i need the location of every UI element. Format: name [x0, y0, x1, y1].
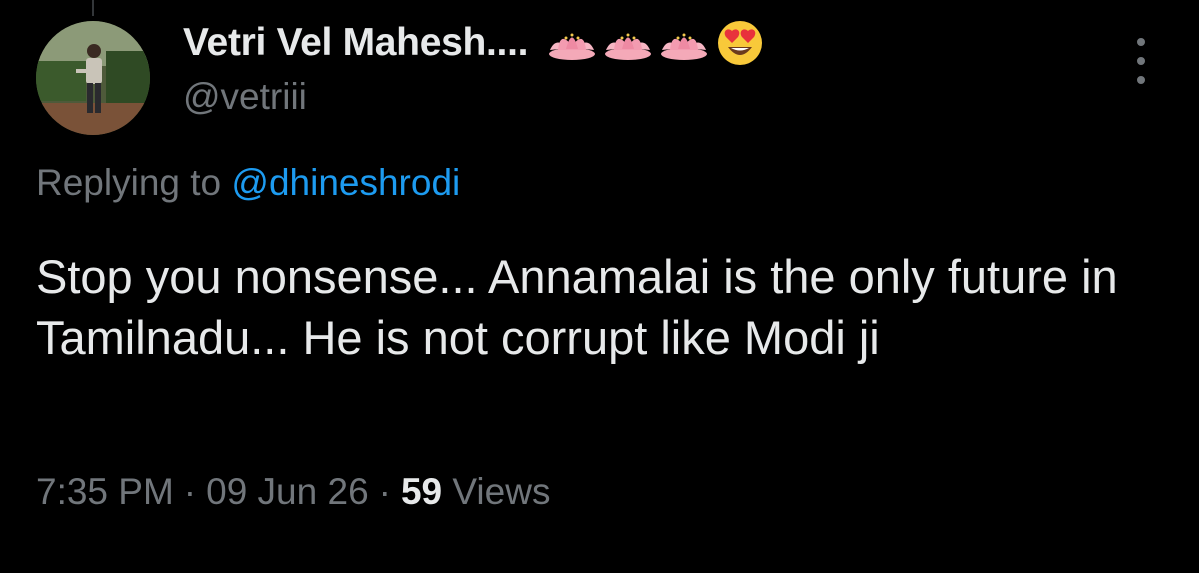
name-emojis [546, 19, 764, 67]
views-label[interactable]: Views [452, 471, 550, 512]
avatar[interactable] [36, 21, 150, 135]
tweet-date[interactable]: 09 Jun 26 [206, 471, 369, 512]
meta-separator: · [183, 471, 197, 512]
lotus-icon [549, 33, 596, 60]
tweet-time[interactable]: 7:35 PM [36, 471, 174, 512]
meta-separator: · [378, 471, 391, 512]
ellipsis-dot [1137, 57, 1145, 65]
lotus-icon [605, 33, 652, 60]
display-name[interactable]: Vetri Vel Mahesh.... [183, 21, 528, 65]
tweet-meta: 7:35 PM · 09 Jun 26 · 59 Views [36, 471, 550, 513]
author-handle[interactable]: @vetriii [183, 76, 307, 118]
views-count[interactable]: 59 [401, 471, 442, 512]
author-line: Vetri Vel Mahesh.... [183, 16, 764, 70]
ellipsis-vertical-icon [1137, 38, 1145, 46]
replying-mention-link[interactable]: @dhineshrodi [231, 162, 460, 203]
heart-eyes-icon [718, 21, 763, 65]
lotus-icon [661, 33, 708, 60]
thread-connector-line [92, 0, 94, 16]
tweet-text: Stop you nonsense... Annamalai is the on… [36, 250, 1118, 364]
ellipsis-dot [1137, 76, 1145, 84]
replying-prefix: Replying to [36, 162, 222, 203]
replying-to: Replying to @dhineshrodi [36, 162, 460, 204]
avatar-photo [36, 21, 150, 135]
more-options-button[interactable] [1128, 38, 1154, 84]
